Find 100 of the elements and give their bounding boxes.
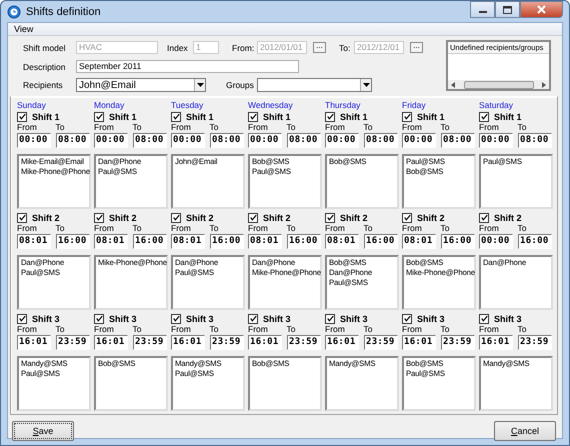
checkbox[interactable]	[17, 212, 27, 222]
check-icon	[404, 214, 410, 221]
shift-label: Shift 1	[494, 112, 522, 122]
shift-label: Shift 3	[32, 314, 60, 324]
time-field[interactable]: 00:00	[94, 133, 128, 148]
time-field[interactable]: 08:01	[17, 234, 51, 249]
checkbox[interactable]	[248, 314, 258, 324]
day-label: Sunday	[17, 100, 47, 111]
time-field[interactable]: 00:00	[325, 133, 359, 148]
time-field[interactable]: 08:01	[325, 234, 359, 249]
field-label: To	[56, 122, 66, 133]
time-field[interactable]: 16:00	[441, 234, 475, 249]
time-field[interactable]: 16:00	[364, 234, 398, 249]
checkbox[interactable]	[171, 212, 181, 222]
time-field[interactable]: 00:00	[171, 133, 205, 148]
dropdown[interactable]	[257, 78, 372, 92]
time-field[interactable]: 08:00	[133, 133, 167, 148]
time-field[interactable]: 00:00	[17, 133, 51, 148]
time-field[interactable]: 23:59	[56, 335, 90, 350]
time-field[interactable]: 16:01	[94, 335, 128, 350]
checkbox[interactable]	[94, 112, 104, 122]
check-icon	[404, 113, 410, 120]
time-field[interactable]: 23:59	[287, 335, 321, 350]
field-label: To	[440, 223, 450, 234]
checkbox[interactable]	[402, 112, 412, 122]
time-field[interactable]: 16:01	[402, 335, 436, 350]
time-field[interactable]: 16:00	[56, 234, 90, 249]
field-label: From	[94, 324, 115, 335]
checkbox[interactable]	[17, 314, 27, 324]
maximize-button[interactable]	[495, 1, 520, 18]
shift-label: Shift 2	[340, 212, 368, 222]
minimize-button[interactable]	[470, 1, 495, 18]
time-field[interactable]: 08:01	[171, 234, 205, 249]
checkbox[interactable]	[402, 314, 412, 324]
time-field[interactable]: 23:59	[364, 335, 398, 350]
checkbox[interactable]	[94, 212, 104, 222]
scroll-left-icon	[451, 82, 455, 88]
time-field[interactable]: 00:00	[248, 133, 282, 148]
scrollbar[interactable]	[448, 80, 549, 89]
field-label: To	[364, 223, 374, 234]
checkbox[interactable]	[94, 314, 104, 324]
date-picker-button[interactable]: ...	[410, 42, 423, 54]
cancel-button[interactable]: Cancel	[494, 421, 556, 441]
time-field[interactable]: 00:00	[402, 133, 436, 148]
time-field[interactable]: 16:01	[171, 335, 205, 350]
time-field[interactable]: 00:00	[479, 133, 513, 148]
time-field[interactable]: 23:59	[441, 335, 475, 350]
time-field[interactable]: 08:01	[94, 234, 128, 249]
time-field[interactable]: 08:00	[364, 133, 398, 148]
time-field[interactable]: 08:00	[441, 133, 475, 148]
day-label: Saturday	[479, 100, 514, 111]
menu-item[interactable]: View	[12, 24, 36, 34]
checkbox[interactable]	[171, 314, 181, 324]
time-field[interactable]: 08:01	[402, 234, 436, 249]
time-field[interactable]: 08:00	[287, 133, 321, 148]
field-label: From	[94, 122, 115, 133]
time-field[interactable]: 16:00	[210, 234, 244, 249]
scroll-thumb[interactable]	[464, 80, 534, 88]
save-button[interactable]: Save	[12, 421, 74, 441]
time-field[interactable]: 00:00	[479, 234, 513, 249]
dropdown[interactable]: John@Email	[76, 78, 206, 92]
time-field[interactable]: 16:01	[479, 335, 513, 350]
check-icon	[480, 214, 488, 221]
checkbox[interactable]	[325, 212, 335, 222]
time-field[interactable]: 16:01	[248, 335, 282, 350]
shift-label: Shift 2	[32, 212, 60, 222]
time-field[interactable]: 08:01	[248, 234, 282, 249]
time-field[interactable]: 23:59	[133, 335, 167, 350]
time-field[interactable]: 23:59	[210, 335, 244, 350]
time-field[interactable]: 16:00	[518, 234, 552, 249]
check-icon	[96, 315, 102, 322]
checkbox[interactable]	[402, 212, 412, 222]
checkbox[interactable]	[479, 112, 489, 122]
time-field[interactable]: 16:00	[133, 234, 167, 249]
time-field[interactable]: 16:01	[17, 335, 51, 350]
checkbox[interactable]	[248, 112, 258, 122]
close-button[interactable]	[520, 1, 563, 18]
checkbox[interactable]	[171, 112, 181, 122]
time-field[interactable]: 16:01	[325, 335, 359, 350]
checkbox[interactable]	[479, 314, 489, 324]
scroll-right-icon	[542, 82, 546, 88]
time-field[interactable]: 16:00	[287, 234, 321, 249]
checkbox[interactable]	[17, 112, 27, 122]
field-label: To	[210, 324, 220, 335]
field-label: From	[402, 324, 423, 335]
shift-label: Shift 3	[109, 314, 137, 324]
time-field[interactable]: 08:00	[518, 133, 552, 148]
dropdown-arrow-icon	[196, 83, 204, 88]
date-picker-button[interactable]: ...	[313, 42, 326, 54]
time-field[interactable]: 08:00	[210, 133, 244, 148]
time-field[interactable]: 23:59	[518, 335, 552, 350]
shift-label: Shift 1	[417, 112, 445, 122]
shift-label: Shift 3	[494, 314, 522, 324]
checkbox[interactable]	[325, 112, 335, 122]
checkbox[interactable]	[248, 212, 258, 222]
field-label: From	[248, 223, 269, 234]
checkbox[interactable]	[479, 212, 489, 222]
time-field[interactable]: 08:00	[56, 133, 90, 148]
input-field[interactable]: September 2011	[76, 60, 299, 73]
checkbox[interactable]	[325, 314, 335, 324]
